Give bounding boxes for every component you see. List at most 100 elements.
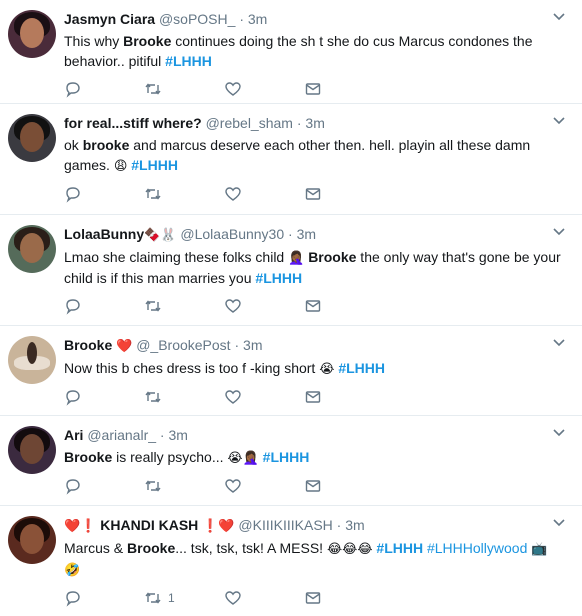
user-handle[interactable]: @LolaaBunny30	[180, 226, 284, 242]
tweet-header: Ari @arianalr_ · 3m	[64, 427, 188, 443]
retweet-button[interactable]: 1	[144, 589, 224, 607]
reply-button[interactable]	[64, 388, 144, 406]
hashtag-link[interactable]: #LHHH	[376, 540, 423, 556]
highlighted-keyword: brooke	[82, 137, 130, 153]
tweet-feed: Jasmyn Ciara @soPOSH_ · 3m This why Broo…	[0, 0, 582, 607]
caret-down-icon[interactable]	[550, 334, 568, 352]
message-button[interactable]	[304, 388, 384, 406]
tweet-text: Now this b ches dress is too f -king sho…	[64, 358, 572, 379]
avatar[interactable]	[8, 114, 56, 162]
caret-down-icon[interactable]	[550, 223, 568, 241]
timestamp[interactable]: 3m	[297, 226, 316, 242]
tweet-actions	[64, 468, 572, 504]
tweet[interactable]: Ari @arianalr_ · 3m Brooke is really psy…	[0, 416, 582, 506]
retweet-icon	[145, 480, 161, 492]
retweet-button[interactable]	[144, 477, 224, 495]
caret-down-icon[interactable]	[550, 112, 568, 130]
avatar[interactable]	[8, 426, 56, 474]
emoji: 🤦🏾‍♀️	[288, 250, 305, 265]
reply-button[interactable]	[64, 589, 144, 607]
avatar[interactable]	[8, 10, 56, 58]
hashtag-link[interactable]: #LHHHollywood	[427, 540, 527, 556]
like-button[interactable]	[224, 388, 304, 406]
message-button[interactable]	[304, 589, 384, 607]
user-handle[interactable]: @_BrookePost	[136, 337, 230, 353]
highlighted-keyword: Brooke	[308, 249, 357, 265]
timestamp[interactable]: 3m	[248, 11, 267, 27]
retweet-icon	[145, 188, 161, 200]
tweet-text: Brooke is really psycho... 😭🤦🏾‍♀️ #LHHH	[64, 447, 572, 468]
caret-down-icon[interactable]	[550, 8, 568, 26]
tweet[interactable]: Brooke ❤️ @_BrookePost · 3m Now this b c…	[0, 326, 582, 416]
like-button[interactable]	[224, 589, 304, 607]
avatar[interactable]	[8, 336, 56, 384]
reply-button[interactable]	[64, 477, 144, 495]
hashtag-link[interactable]: #LHHH	[131, 157, 178, 173]
user-handle[interactable]: @rebel_sham	[206, 115, 293, 131]
tweet-header: ❤️❗ KHANDI KASH ❗❤️ @KIIIKIIIKASH · 3m	[64, 517, 365, 533]
message-button[interactable]	[304, 477, 384, 495]
like-button[interactable]	[224, 185, 304, 203]
user-handle[interactable]: @KIIIKIIIKASH	[238, 517, 332, 533]
timestamp[interactable]: 3m	[345, 517, 364, 533]
display-name[interactable]: for real...stiff where?	[64, 115, 202, 131]
retweet-icon	[145, 391, 161, 403]
display-name[interactable]: KHANDI KASH	[100, 517, 198, 533]
tweet[interactable]: for real...stiff where? @rebel_sham · 3m…	[0, 104, 582, 215]
reply-button[interactable]	[64, 297, 144, 315]
text-run: Lmao she claiming these folks child	[64, 249, 289, 265]
reply-button[interactable]	[64, 185, 144, 203]
timestamp[interactable]: 3m	[305, 115, 324, 131]
display-name[interactable]: Ari	[64, 427, 83, 443]
caret-down-icon[interactable]	[550, 424, 568, 442]
tweet-header: LolaaBunny🍫🐰 @LolaaBunny30 · 3m	[64, 226, 317, 242]
avatar[interactable]	[8, 225, 56, 273]
hashtag-link[interactable]: #LHHH	[338, 360, 385, 376]
reply-icon	[66, 591, 80, 607]
retweet-button[interactable]	[144, 297, 224, 315]
tweet-actions	[64, 288, 572, 324]
like-icon	[225, 479, 241, 493]
like-button[interactable]	[224, 80, 304, 98]
user-handle[interactable]: @arianalr_	[87, 427, 156, 443]
tweet-text: ok brooke and marcus deserve each other …	[64, 135, 572, 176]
timestamp[interactable]: 3m	[168, 427, 187, 443]
hashtag-link[interactable]: #LHHH	[255, 270, 302, 286]
reply-icon	[66, 299, 80, 315]
retweet-icon	[145, 592, 161, 604]
reply-button[interactable]	[64, 80, 144, 98]
retweet-icon	[145, 83, 161, 95]
message-icon	[305, 480, 321, 492]
user-handle[interactable]: @soPOSH_	[159, 11, 235, 27]
caret-down-icon[interactable]	[550, 514, 568, 532]
display-name[interactable]: Jasmyn Ciara	[64, 11, 155, 27]
text-run: is really psycho...	[112, 449, 228, 465]
highlighted-keyword: Brooke	[64, 449, 113, 465]
like-button[interactable]	[224, 477, 304, 495]
tweet[interactable]: ❤️❗ KHANDI KASH ❗❤️ @KIIIKIIIKASH · 3m M…	[0, 506, 582, 607]
like-icon	[225, 390, 241, 404]
retweet-button[interactable]	[144, 80, 224, 98]
message-button[interactable]	[304, 297, 384, 315]
display-name[interactable]: Brooke	[64, 337, 112, 353]
reply-icon	[66, 187, 80, 203]
like-icon	[225, 82, 241, 96]
name-emoji: ❤️	[116, 338, 133, 353]
retweet-button[interactable]	[144, 185, 224, 203]
tweet-header: Brooke ❤️ @_BrookePost · 3m	[64, 337, 263, 353]
message-button[interactable]	[304, 185, 384, 203]
avatar[interactable]	[8, 516, 56, 564]
tweet[interactable]: Jasmyn Ciara @soPOSH_ · 3m This why Broo…	[0, 0, 582, 104]
message-icon	[305, 83, 321, 95]
like-button[interactable]	[224, 297, 304, 315]
hashtag-link[interactable]: #LHHH	[165, 53, 212, 69]
hashtag-link[interactable]: #LHHH	[263, 449, 310, 465]
message-button[interactable]	[304, 80, 384, 98]
message-icon	[305, 592, 321, 604]
timestamp[interactable]: 3m	[243, 337, 262, 353]
like-icon	[225, 299, 241, 313]
display-name[interactable]: LolaaBunny	[64, 226, 144, 242]
tweet-text: This why Brooke continues doing the sh t…	[64, 31, 572, 71]
retweet-button[interactable]	[144, 388, 224, 406]
tweet[interactable]: LolaaBunny🍫🐰 @LolaaBunny30 · 3m Lmao she…	[0, 215, 582, 326]
